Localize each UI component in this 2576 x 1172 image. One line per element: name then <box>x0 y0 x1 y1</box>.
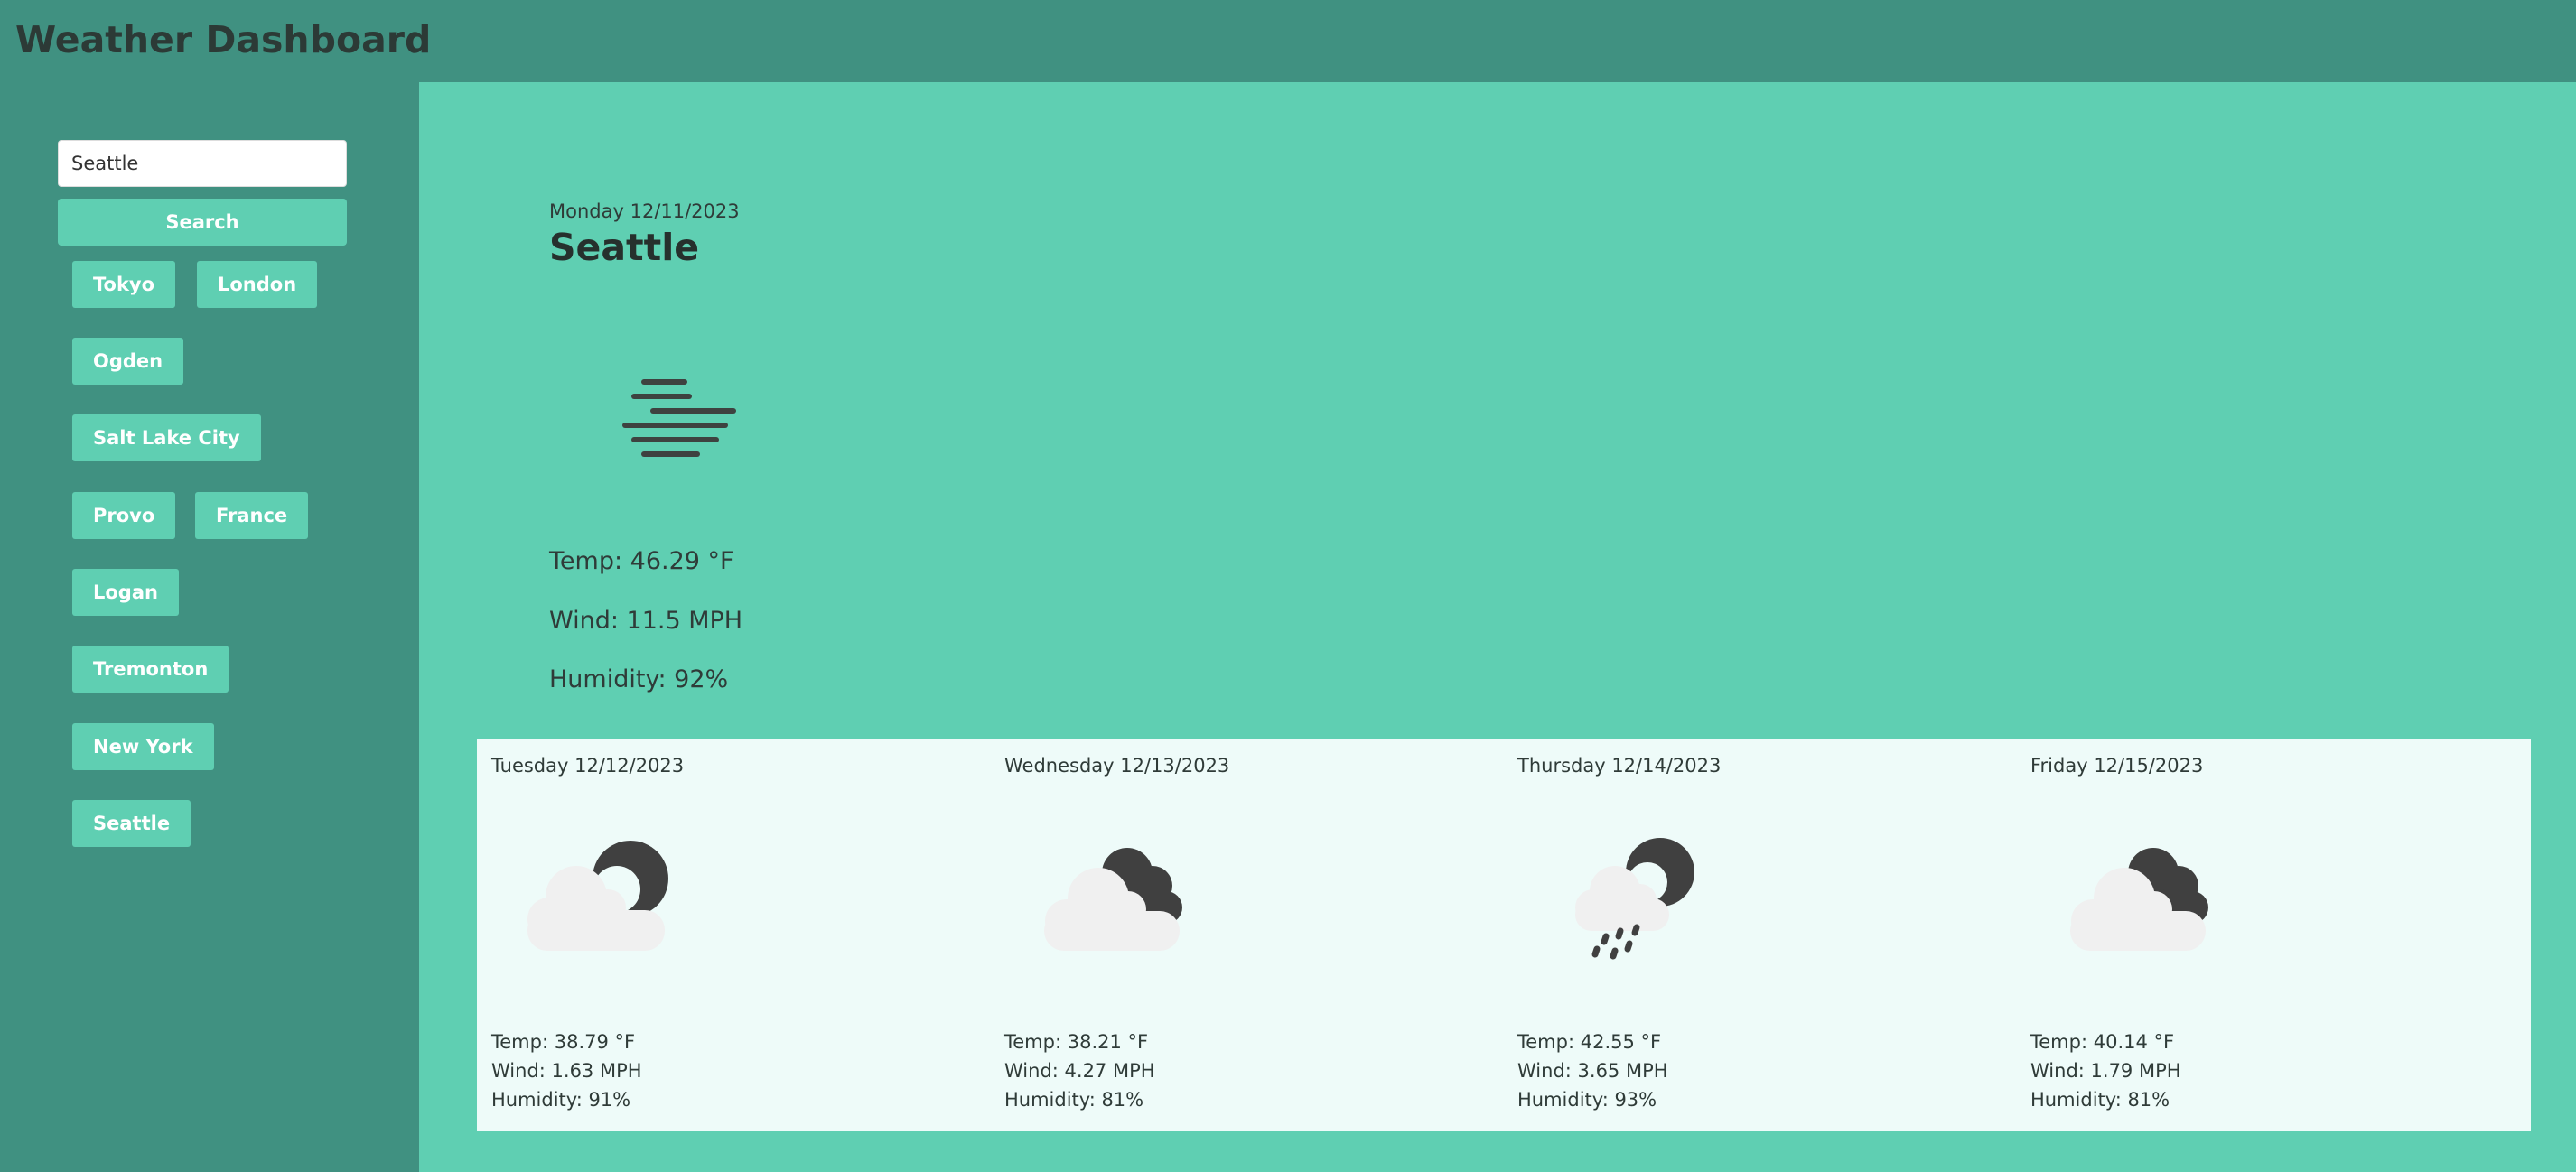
partly-cloudy-night-icon <box>527 841 668 951</box>
current-city-name: Seattle <box>549 226 700 269</box>
forecast-wind: Wind: 1.63 MPH <box>491 1060 642 1082</box>
city-search-input[interactable] <box>58 140 347 187</box>
history-city-button[interactable]: Ogden <box>72 338 184 385</box>
forecast-temp: Temp: 38.21 °F <box>1004 1031 1149 1053</box>
rain-night-icon <box>1575 838 1694 960</box>
forecast-wind: Wind: 1.79 MPH <box>2030 1060 2181 1082</box>
forecast-temp: Temp: 40.14 °F <box>2030 1031 2175 1053</box>
forecast-date: Thursday 12/14/2023 <box>1517 755 1722 777</box>
history-city-button[interactable]: New York <box>72 723 214 770</box>
history-city-button[interactable]: Provo <box>72 492 176 539</box>
header-bar: Weather Dashboard <box>0 0 2576 82</box>
search-button[interactable]: Search <box>58 199 347 246</box>
history-city-button[interactable]: Tokyo <box>72 261 176 308</box>
forecast-wind: Wind: 4.27 MPH <box>1004 1060 1155 1082</box>
current-date: Monday 12/11/2023 <box>549 200 740 222</box>
current-temp: Temp: 46.29 °F <box>549 547 734 575</box>
forecast-panel: Tuesday 12/12/2023 Temp: 38.79 °F Wind: … <box>477 739 2531 1131</box>
history-city-button[interactable]: Salt Lake City <box>72 414 261 461</box>
cloudy-night-icon <box>1044 848 1182 951</box>
history-city-button[interactable]: Tremonton <box>72 646 229 693</box>
forecast-card: Wednesday 12/13/2023 Temp: 38.21 °F Wind… <box>990 739 1503 1131</box>
history-city-button[interactable]: Logan <box>72 569 179 616</box>
forecast-date: Friday 12/15/2023 <box>2030 755 2204 777</box>
forecast-card: Tuesday 12/12/2023 Temp: 38.79 °F Wind: … <box>477 739 990 1131</box>
forecast-humidity: Humidity: 93% <box>1517 1089 1657 1111</box>
current-humidity: Humidity: 92% <box>549 665 729 693</box>
fog-icon <box>622 379 736 457</box>
app-title: Weather Dashboard <box>15 18 432 61</box>
forecast-card: Friday 12/15/2023 Temp: 40.14 °F Wind: 1… <box>2016 739 2529 1131</box>
history-city-button[interactable]: London <box>197 261 318 308</box>
sidebar <box>0 82 419 1172</box>
forecast-date: Tuesday 12/12/2023 <box>491 755 685 777</box>
forecast-wind: Wind: 3.65 MPH <box>1517 1060 1668 1082</box>
forecast-temp: Temp: 42.55 °F <box>1517 1031 1662 1053</box>
forecast-humidity: Humidity: 81% <box>2030 1089 2170 1111</box>
current-wind: Wind: 11.5 MPH <box>549 607 743 635</box>
history-city-button[interactable]: France <box>195 492 309 539</box>
forecast-card: Thursday 12/14/2023 Temp: 42.55 °F Wind:… <box>1503 739 2016 1131</box>
forecast-date: Wednesday 12/13/2023 <box>1004 755 1230 777</box>
history-city-button[interactable]: Seattle <box>72 800 191 847</box>
cloudy-night-icon <box>2070 848 2208 951</box>
forecast-temp: Temp: 38.79 °F <box>491 1031 636 1053</box>
forecast-humidity: Humidity: 81% <box>1004 1089 1144 1111</box>
forecast-humidity: Humidity: 91% <box>491 1089 631 1111</box>
